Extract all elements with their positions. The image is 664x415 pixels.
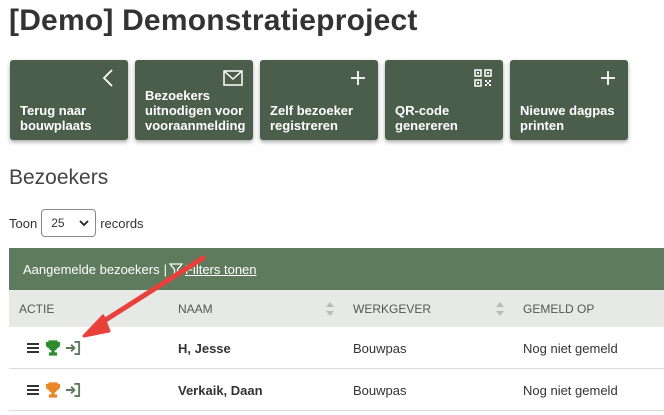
visitors-panel-header: Aangemelde bezoekers | Filters tonen	[9, 248, 664, 290]
column-header-naam[interactable]: NAAM	[178, 290, 213, 327]
visitor-employer: Bouwpas	[353, 340, 407, 356]
table-row: Verkaik, Daan Bouwpas Nog niet gemeld	[9, 369, 664, 411]
column-header-actie: ACTIE	[19, 301, 55, 316]
separator: |	[163, 261, 167, 277]
records-select[interactable]: 25	[41, 209, 97, 237]
sort-icon[interactable]	[325, 301, 335, 317]
trophy-icon[interactable]	[45, 340, 61, 356]
show-label: Toon	[9, 215, 38, 231]
visitor-reported: Nog niet gemeld	[523, 382, 618, 398]
filters-toggle-label: Filters tonen	[184, 261, 257, 277]
section-title: Bezoekers	[9, 166, 109, 189]
visitor-employer: Bouwpas	[353, 382, 407, 398]
records-per-page: Toon 25 records	[9, 208, 144, 238]
panel-title: Aangemelde bezoekers	[23, 261, 160, 277]
records-select-value: 25	[51, 216, 65, 230]
column-header-gemeld-op[interactable]: GEMELD OP	[523, 290, 594, 327]
invite-visitors-button[interactable]: Bezoekers uitnodigen voor vooraanmelding	[135, 60, 253, 140]
tile-label: QR-code genereren	[395, 103, 458, 133]
tile-label: Bezoekers uitnodigen voor vooraanmelding	[145, 88, 246, 133]
visitor-reported: Nog niet gemeld	[523, 340, 618, 356]
page-title: [Demo] Demonstratieproject	[9, 4, 418, 37]
trophy-icon[interactable]	[45, 382, 61, 398]
filters-toggle-link[interactable]: Filters tonen	[168, 261, 257, 277]
generate-qr-button[interactable]: QR-code genereren	[385, 60, 503, 140]
tile-label: Terug naar bouwplaats	[20, 103, 92, 133]
menu-icon[interactable]	[25, 382, 41, 398]
row-actions	[25, 369, 81, 411]
row-actions	[25, 327, 81, 369]
chevron-left-icon	[98, 68, 118, 88]
plus-icon	[598, 68, 618, 88]
print-daypass-button[interactable]: Nieuwe dagpas printen	[510, 60, 628, 140]
sign-in-icon[interactable]	[65, 382, 81, 398]
back-to-site-button[interactable]: Terug naar bouwplaats	[10, 60, 128, 140]
chevron-down-icon	[79, 216, 89, 230]
filter-icon	[168, 262, 183, 276]
table-header: ACTIE NAAM WERKGEVER GEMELD OP	[9, 290, 664, 327]
tile-label: Nieuwe dagpas printen	[520, 103, 615, 133]
column-header-werkgever[interactable]: WERKGEVER	[353, 290, 431, 327]
tile-label: Zelf bezoeker registreren	[270, 103, 354, 133]
visitor-name: H, Jesse	[178, 340, 231, 356]
qr-code-icon	[473, 68, 493, 88]
sign-in-icon[interactable]	[65, 340, 81, 356]
records-label: records	[100, 215, 144, 231]
register-visitor-button[interactable]: Zelf bezoeker registreren	[260, 60, 378, 140]
table-row: H, Jesse Bouwpas Nog niet gemeld	[9, 327, 664, 369]
menu-icon[interactable]	[25, 340, 41, 356]
sort-icon[interactable]	[495, 301, 505, 317]
visitor-name: Verkaik, Daan	[178, 382, 263, 398]
envelope-icon	[223, 68, 243, 88]
plus-icon	[348, 68, 368, 88]
